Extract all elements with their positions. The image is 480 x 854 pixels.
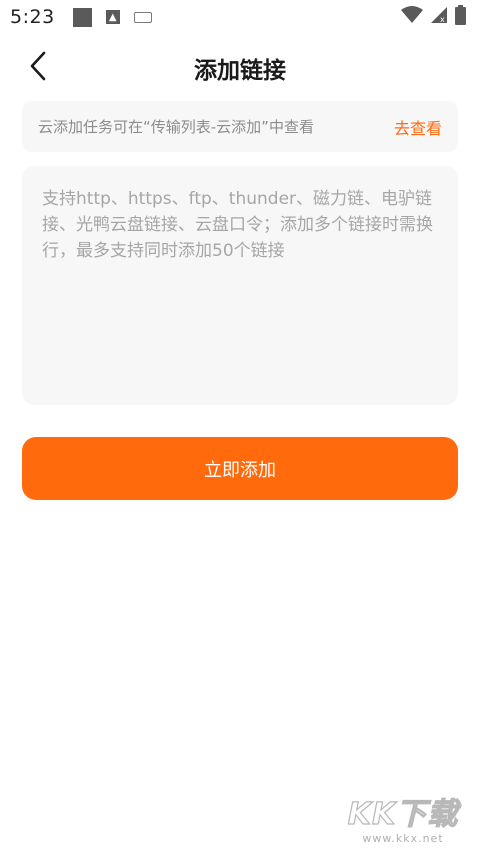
notification-square-icon: [72, 7, 92, 27]
wifi-icon: [401, 6, 423, 23]
battery-icon: [455, 5, 466, 25]
status-bar: 5:23 ▲ x: [0, 0, 480, 34]
status-time: 5:23: [10, 6, 55, 28]
notice-text: 云添加任务可在“传输列表-云添加”中查看: [38, 118, 314, 136]
page-title: 添加链接: [194, 58, 286, 84]
header: 添加链接: [0, 34, 480, 98]
app-a-icon: ▲: [105, 10, 120, 24]
svg-text:x: x: [440, 15, 445, 24]
link-input[interactable]: 支持http、https、ftp、thunder、磁力链、电驴链接、光鸭云盘链接…: [22, 166, 458, 405]
add-link-screen: 5:23 ▲ x 添加链接 云添加任务可在“传输列表-云添加”中查看 去查看 支…: [0, 0, 480, 854]
cloud-add-notice: 云添加任务可在“传输列表-云添加”中查看 去查看: [22, 101, 458, 152]
watermark-url: www.kkx.net: [362, 832, 444, 845]
signal-icon: x: [431, 7, 447, 24]
view-link[interactable]: 去查看: [394, 115, 442, 139]
add-now-button[interactable]: 立即添加: [22, 437, 458, 500]
link-input-placeholder: 支持http、https、ftp、thunder、磁力链、电驴链接、光鸭云盘链接…: [42, 189, 433, 261]
status-right-icons: x: [401, 5, 466, 25]
watermark-main: KK下载: [347, 797, 459, 832]
keyboard-icon: [133, 11, 152, 23]
watermark-logo: KK下载 www.kkx.net: [344, 797, 462, 848]
